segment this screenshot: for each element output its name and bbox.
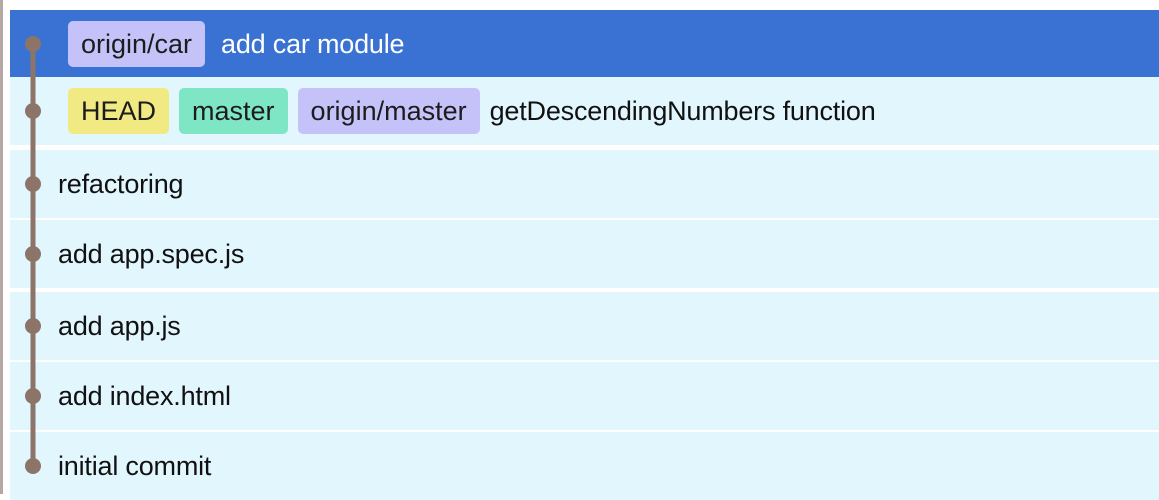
commit-row-content: refactoring: [10, 150, 1159, 218]
ref-tag-head[interactable]: HEAD: [68, 88, 170, 134]
commit-message: add app.js: [58, 310, 181, 341]
commit-message: getDescendingNumbers function: [489, 95, 876, 126]
commit-list: origin/car add car module HEAD master origin…: [10, 0, 1159, 500]
commit-message: add index.html: [58, 380, 231, 411]
commit-row[interactable]: origin/car add car module: [10, 10, 1159, 78]
commit-message: add app.spec.js: [58, 238, 245, 269]
commit-row[interactable]: refactoring: [10, 150, 1159, 218]
commit-row-content: add app.spec.js: [10, 220, 1159, 288]
commit-message: refactoring: [58, 168, 184, 199]
ref-tags: origin/car: [68, 21, 215, 67]
commit-row-content: origin/car add car module: [10, 10, 1159, 78]
ref-tag-remote[interactable]: origin/car: [68, 21, 206, 67]
commit-row[interactable]: initial commit: [10, 432, 1159, 500]
commit-row-content: initial commit: [10, 432, 1159, 500]
commit-row[interactable]: add app.js: [10, 292, 1159, 360]
ref-tag-remote[interactable]: origin/master: [297, 88, 480, 134]
commit-row[interactable]: HEAD master origin/master getDescendingNumb…: [10, 77, 1159, 145]
commit-row-content: add index.html: [10, 362, 1159, 430]
ref-tag-local[interactable]: master: [179, 88, 288, 134]
ref-tags: HEAD master origin/master: [68, 88, 490, 134]
commit-message: initial commit: [58, 450, 212, 481]
commit-row[interactable]: add app.spec.js: [10, 220, 1159, 288]
commit-row-content: HEAD master origin/master getDescendingNumb…: [10, 77, 1159, 145]
commit-row[interactable]: add index.html: [10, 362, 1159, 430]
graph-left-edge: [0, 0, 3, 494]
commit-message: add car module: [221, 28, 405, 59]
commit-row-content: add app.js: [10, 292, 1159, 360]
commit-log: origin/car add car module HEAD master origin…: [0, 0, 1159, 500]
